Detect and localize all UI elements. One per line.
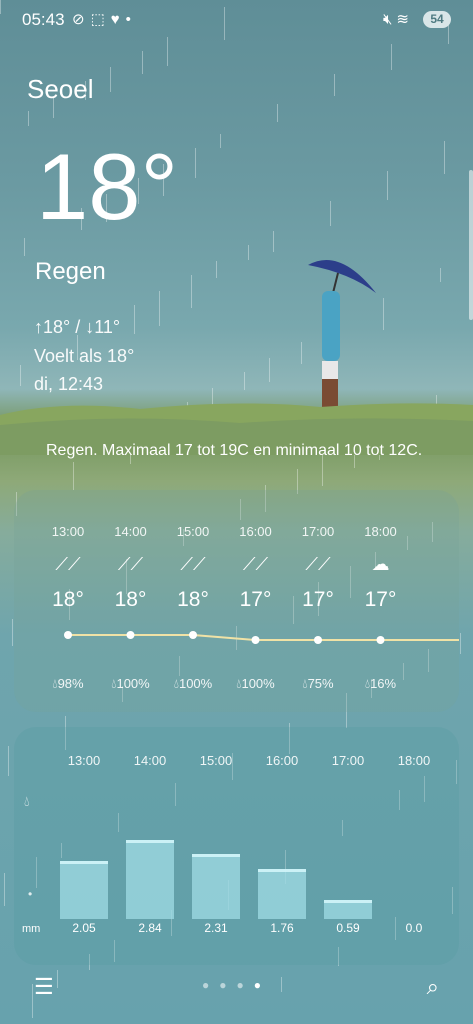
hour-label: 16:00 — [239, 524, 272, 539]
hour-label: 18:00 — [364, 524, 397, 539]
hour-temperature: 17° — [364, 588, 397, 611]
precipitation-card[interactable]: 💧︎ • mm 13:00 2.05 14:00 2.84 15:00 2.31 16:00… — [14, 727, 459, 965]
sync-off-icon: ⊘ — [72, 11, 91, 28]
rain-icon: ⟋⟋ — [55, 554, 81, 574]
umbrella-figure-illustration — [308, 259, 376, 411]
precip-bar — [126, 840, 174, 919]
status-time: 05:43 — [22, 10, 65, 29]
trend-point — [314, 636, 322, 644]
mute-icon: 🔇︎ — [382, 11, 397, 28]
updated-time: di, 12:43 — [34, 374, 104, 394]
status-right-icons: 🔇︎≋ — [383, 10, 413, 28]
precip-unit: mm — [22, 923, 41, 935]
feels-like: Voelt als 18° — [34, 346, 135, 366]
status-bar: 05:43 ⊘⬚♥• 🔇︎≋ 54 — [0, 0, 473, 44]
precip-probability: 💧︎100% — [236, 676, 275, 691]
cloud-icon: ☁ — [371, 554, 390, 574]
bottom-bar: ☰ ●●●● ⌕ — [0, 974, 473, 1004]
precip-bar — [60, 861, 108, 919]
trend-point — [126, 631, 135, 639]
precip-probability: 💧︎98% — [52, 676, 84, 691]
page-indicator: ●●●● — [202, 978, 271, 992]
trend-point — [251, 636, 260, 644]
scrollbar[interactable] — [469, 170, 473, 320]
rain-icon: ⟋⟋ — [305, 554, 331, 574]
precip-value: 0.59 — [336, 921, 360, 935]
precip-hour-label: 15:00 — [199, 753, 233, 768]
page-dot-active[interactable]: ● — [254, 978, 271, 992]
precip-probability: 💧︎16% — [364, 676, 397, 691]
hour-label: 17:00 — [301, 524, 335, 539]
rain-icon: ⟋⟋ — [180, 554, 206, 574]
precip-value: 2.05 — [72, 921, 96, 935]
precip-hour-label: 17:00 — [331, 753, 365, 768]
high-low: ↑18° / ↓11° — [34, 317, 121, 337]
hour-label: 14:00 — [114, 524, 147, 539]
precip-probability: 💧︎100% — [111, 676, 150, 691]
hour-temperature: 17° — [302, 588, 334, 611]
battery-badge: 54 — [423, 11, 451, 28]
current-temperature: 18° — [36, 134, 179, 239]
search-icon[interactable]: ⌕ — [427, 974, 439, 1000]
trend-point — [189, 631, 197, 639]
precip-bar — [192, 854, 240, 919]
precip-value: 2.84 — [138, 921, 162, 935]
city-name[interactable]: Seoel — [27, 74, 94, 105]
precip-value: 2.31 — [204, 921, 228, 935]
rain-icon: ⟋⟋ — [117, 554, 144, 574]
hour-label: 15:00 — [176, 524, 210, 539]
precip-probability: 💧︎100% — [173, 676, 213, 691]
precip-probability: 💧︎75% — [302, 676, 334, 691]
locations-menu-icon[interactable]: ☰ — [34, 974, 54, 1000]
current-condition: Regen — [35, 258, 106, 285]
square-icon: ⬚ — [90, 11, 111, 28]
rain-icon: ⟋⟋ — [242, 554, 269, 574]
hour-temperature: 18° — [177, 588, 209, 611]
page-dot[interactable]: ● — [219, 978, 236, 992]
light-drop-icon: • — [28, 887, 33, 901]
heart-icon: ♥ — [110, 11, 126, 28]
weather-summary: Regen. Maximaal 17 tot 19C en minimaal 1… — [46, 442, 423, 459]
precip-bar — [258, 869, 306, 919]
precip-hour-label: 13:00 — [67, 753, 101, 768]
dot-icon: • — [125, 11, 137, 28]
trend-point — [376, 636, 385, 644]
status-left-icons: ⊘⬚♥• — [72, 10, 137, 28]
hour-temperature: 18° — [52, 588, 84, 611]
wifi-icon: ≋ — [396, 11, 413, 28]
precip-hour-label: 18:00 — [397, 753, 431, 768]
precip-hour-label: 16:00 — [265, 753, 299, 768]
hourly-forecast-card[interactable]: 13:00 ⟋⟋ 18° 💧︎98% 14:00 ⟋⟋ 18° 💧︎100% 15:00 ⟋⟋ 18… — [14, 490, 459, 712]
trend-point — [64, 631, 72, 639]
hour-temperature: 18° — [114, 588, 147, 611]
hour-temperature: 17° — [239, 588, 272, 611]
precip-value: 0.0 — [405, 921, 423, 935]
heavy-drops-icon: 💧︎ — [24, 793, 30, 809]
page-dot[interactable]: ● — [237, 978, 254, 992]
precip-hour-label: 14:00 — [133, 753, 167, 768]
precip-value: 1.76 — [270, 921, 294, 935]
precip-bar — [324, 900, 372, 919]
page-dot[interactable]: ● — [202, 978, 219, 992]
hour-label: 13:00 — [51, 524, 85, 539]
